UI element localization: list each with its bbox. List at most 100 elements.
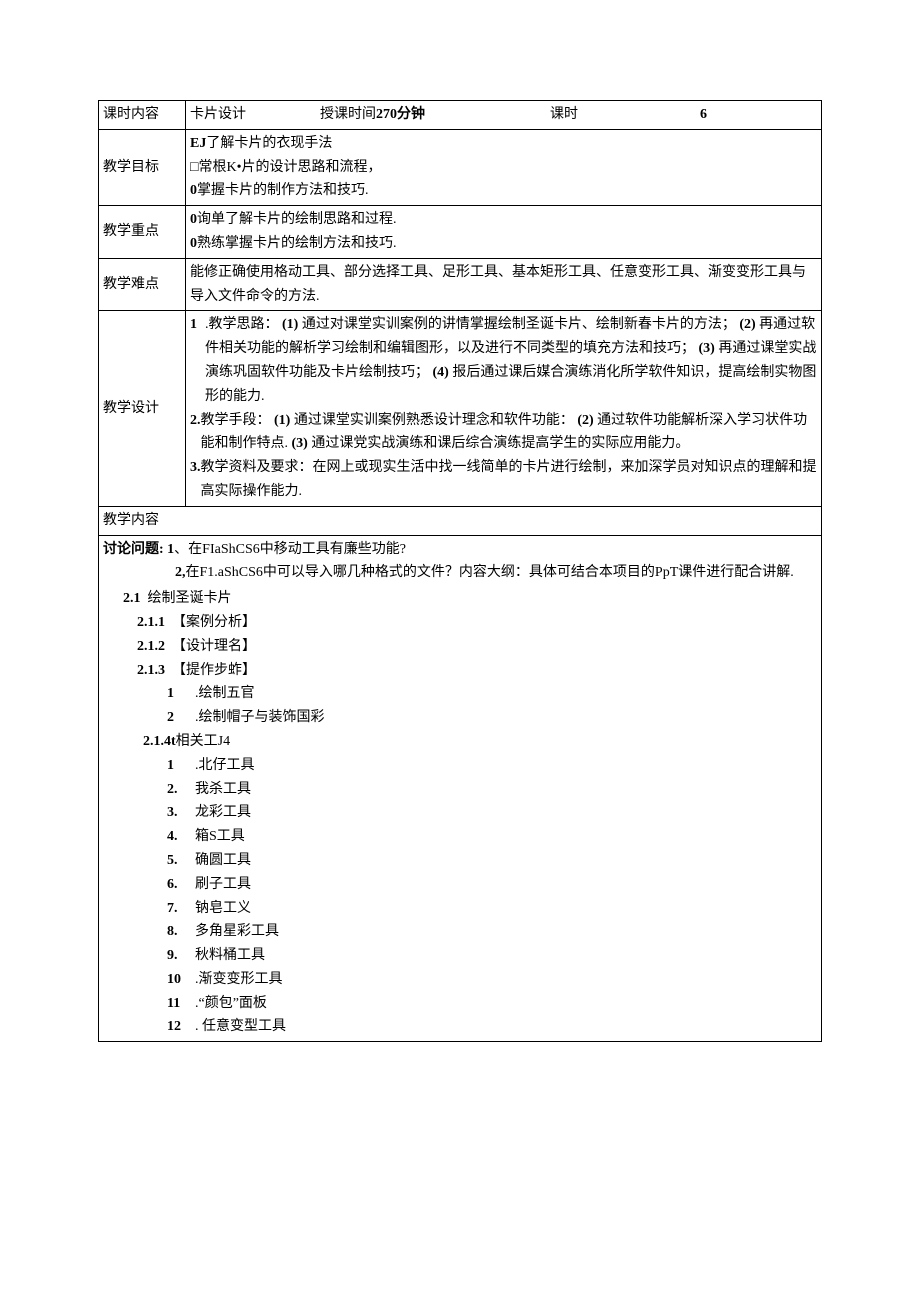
step1n: 1 [167, 682, 195, 706]
emp2-pre: 0 [190, 236, 197, 251]
discussion-q2-row: 2,在F1.aShCS6中可以导入哪几种格式的文件？内容大纲：具体可结合本项目的… [103, 561, 817, 585]
sec-2-1-2-row: 2.1.2 【设计理名】 [137, 635, 817, 659]
sec-2-1: 绘制圣诞卡片 [148, 591, 232, 606]
tool-row: 11.“颜包”面板 [163, 992, 817, 1016]
lbl-content: 课时内容 [99, 101, 186, 130]
tool-num: 4. [167, 825, 195, 849]
tool-num: 1 [167, 754, 195, 778]
time-val: 270分钟 [376, 107, 425, 122]
d1p3: (3) [699, 341, 715, 356]
d1p2: (2) [739, 317, 755, 332]
d2t3: 通过课党实战演练和课后综合演练提高学生的实际应用能力。 [311, 436, 689, 451]
s21n: 2.1 [123, 591, 141, 606]
tool-row: 9.秋料桶工具 [163, 944, 817, 968]
step-2: .绘制帽子与装饰国彩 [195, 706, 325, 730]
goal2: □常根K•片的设计思路和流程， [190, 156, 817, 180]
tool-row: 6.刷子工具 [163, 873, 817, 897]
sec-2-1-4-row: 2.1.4t相关工J4 [143, 730, 817, 754]
s214n: 2.1.4t [143, 734, 176, 749]
d1-num: 1 [190, 313, 197, 408]
d1-body: .教学思路： (1) 通过对课堂实训案例的讲情掌握绘制圣诞卡片、绘制新春卡片的方… [205, 313, 817, 408]
s211n: 2.1.1 [137, 615, 165, 630]
tool-text: .“颜包”面板 [195, 992, 267, 1016]
sec-2-1-3: 【提作步蚱】 [172, 663, 256, 678]
tool-text: 钠皂工义 [195, 897, 251, 921]
d1p1: (1) [282, 317, 298, 332]
tool-text: 秋料桶工具 [195, 944, 265, 968]
content-body: 讨论问题: 1、在FIaShCS6中移动工具有廉些功能? 2,在F1.aShCS… [99, 535, 822, 1042]
d3-num: 3. [190, 456, 201, 504]
design-cell: 1 .教学思路： (1) 通过对课堂实训案例的讲情掌握绘制圣诞卡片、绘制新春卡片… [186, 311, 822, 506]
tool-row: 5.确圆工具 [163, 849, 817, 873]
tool-row: 12. 任意变型工具 [163, 1015, 817, 1039]
tool-text: .北仔工具 [195, 754, 255, 778]
step-1: .绘制五官 [195, 682, 255, 706]
lbl-teaching-content: 教学内容 [99, 506, 822, 535]
tool-list: 1.北仔工具2.我杀工具3.龙彩工具4.箱S工具5.确圆工具6.刷子工具7.钠皂… [163, 754, 817, 1040]
discussion-q2: 在F1.aShCS6中可以导入哪几种格式的文件？内容大纲：具体可结合本项目的Pp… [186, 565, 794, 580]
d2p1: (1) [274, 413, 290, 428]
tool-num: 11 [167, 992, 195, 1016]
d1-lead: .教学思路： [205, 317, 279, 332]
sec-2-1-3-row: 2.1.3 【提作步蚱】 [137, 659, 817, 683]
discuss-lead: 讨论问题: [103, 542, 164, 557]
tool-text: 我杀工具 [195, 778, 251, 802]
tool-row: 4.箱S工具 [163, 825, 817, 849]
emp1-pre: 0 [190, 212, 197, 227]
row1-cell: 卡片设计 授课时间270分钟 课时 6 [186, 101, 822, 130]
d2p2: (2) [577, 413, 593, 428]
sec-2-1-2: 【设计理名】 [172, 639, 256, 654]
emp1: 询单了解卡片的绘制思路和过程. [197, 212, 397, 227]
goal1: 了解卡片的衣现手法 [206, 136, 332, 151]
lesson-plan-table: 课时内容 卡片设计 授课时间270分钟 课时 6 教学目标 EJ了解卡片的衣现手… [98, 100, 822, 1042]
goal3: 掌握卡片的制作方法和技巧. [197, 183, 369, 198]
tool-row: 8.多角星彩工具 [163, 920, 817, 944]
goal3-pre: 0 [190, 183, 197, 198]
tool-text: 确圆工具 [195, 849, 251, 873]
tool-row: 10.渐变变形工具 [163, 968, 817, 992]
discussion-q1: 、在FIaShCS6中移动工具有廉些功能? [174, 542, 406, 557]
tool-num: 6. [167, 873, 195, 897]
tool-text: 刷子工具 [195, 873, 251, 897]
d2-lead: 教学手段： [201, 413, 271, 428]
difficulty-cell: 能修正确使用格动工具、部分选择工具、足形工具、基本矩形工具、任意变形工具、渐变变… [186, 258, 822, 311]
s213n: 2.1.3 [137, 663, 165, 678]
lbl-difficulty: 教学难点 [99, 258, 186, 311]
tool-text: .渐变变形工具 [195, 968, 283, 992]
lbl-emphasis: 教学重点 [99, 206, 186, 259]
d2n: 2, [175, 565, 186, 580]
d1t1: 通过对课堂实训案例的讲情掌握绘制圣诞卡片、绘制新春卡片的方法； [302, 317, 736, 332]
step2n: 2 [167, 706, 195, 730]
d2-num: 2. [190, 409, 201, 457]
tool-num: 2. [167, 778, 195, 802]
tool-text: 箱S工具 [195, 825, 245, 849]
d1p4: (4) [433, 365, 449, 380]
d2-body: 教学手段： (1) 通过课堂实训案例熟悉设计理念和软件功能： (2) 通过软件功… [201, 409, 818, 457]
tool-text: 龙彩工具 [195, 801, 251, 825]
step-2-row: 2 .绘制帽子与装饰国彩 [163, 706, 817, 730]
tool-num: 8. [167, 920, 195, 944]
s212n: 2.1.2 [137, 639, 165, 654]
tool-num: 7. [167, 897, 195, 921]
tool-num: 12 [167, 1015, 195, 1039]
goal1-pre: EJ [190, 136, 206, 151]
tool-num: 9. [167, 944, 195, 968]
tool-row: 2.我杀工具 [163, 778, 817, 802]
tool-row: 7.钠皂工义 [163, 897, 817, 921]
sec-2-1-row: 2.1 绘制圣诞卡片 [123, 587, 817, 611]
tool-num: 3. [167, 801, 195, 825]
tool-text: . 任意变型工具 [195, 1015, 286, 1039]
emphasis-cell: 0询单了解卡片的绘制思路和过程. 0熟练掌握卡片的绘制方法和技巧. [186, 206, 822, 259]
tool-row: 1.北仔工具 [163, 754, 817, 778]
time-block: 授课时间270分钟 [320, 103, 550, 127]
lbl-time: 授课时间 [320, 107, 376, 122]
goals-cell: EJ了解卡片的衣现手法 □常根K•片的设计思路和流程， 0掌握卡片的制作方法和技… [186, 129, 822, 205]
tool-num: 10 [167, 968, 195, 992]
hours-val: 6 [700, 103, 707, 127]
emp2: 熟练掌握卡片的绘制方法和技巧. [197, 236, 397, 251]
d3-body: 教学资料及要求：在网上或现实生活中找一线简单的卡片进行绘制，来加深学员对知识点的… [201, 456, 818, 504]
sec-2-1-4: 相关工J4 [176, 734, 230, 749]
tool-num: 5. [167, 849, 195, 873]
lbl-design: 教学设计 [99, 311, 186, 506]
discussion: 讨论问题: 1、在FIaShCS6中移动工具有廉些功能? [103, 538, 817, 562]
